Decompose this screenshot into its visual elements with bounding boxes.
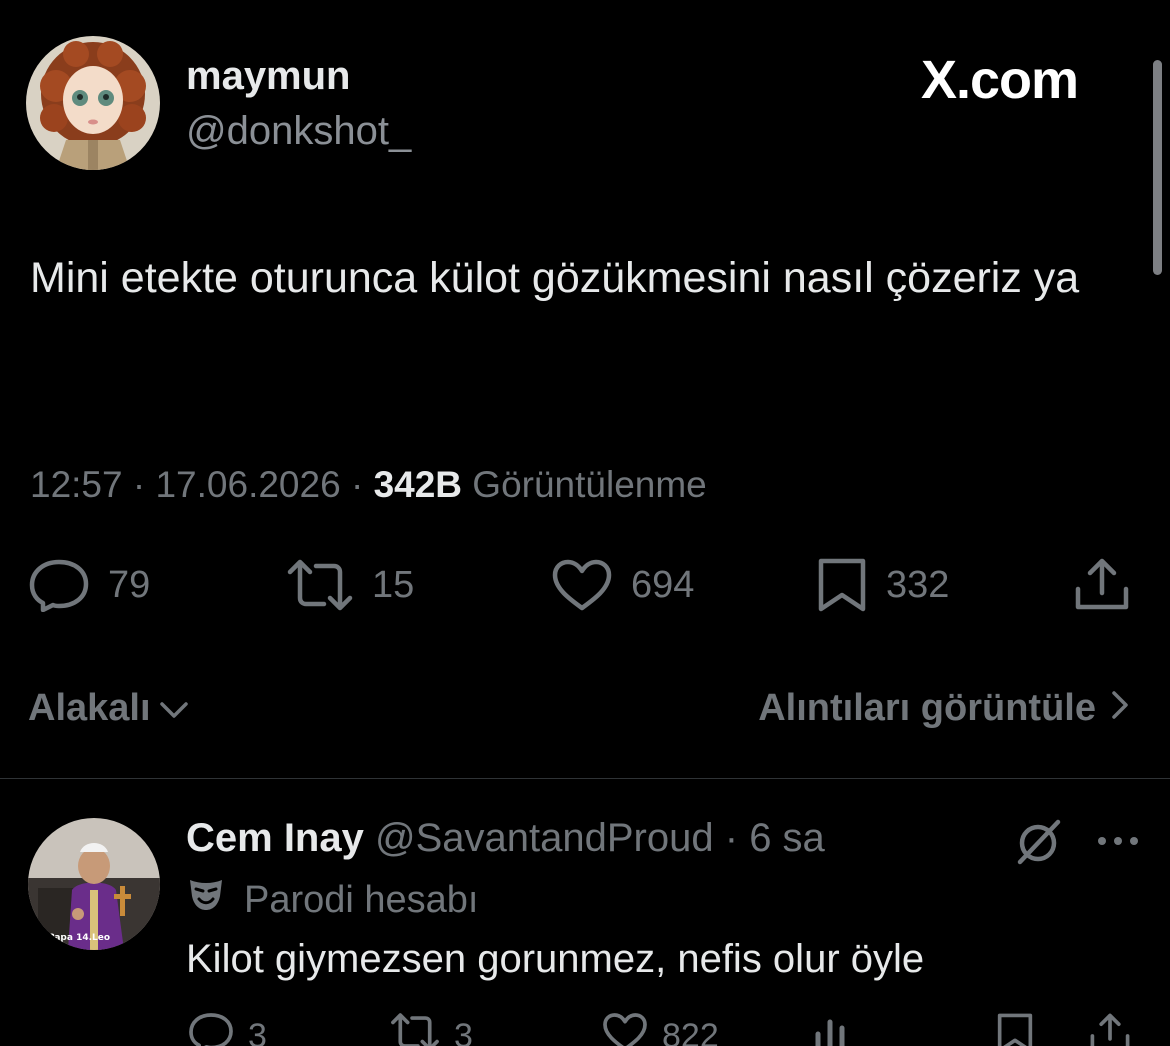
reply-like-button[interactable]: 822 xyxy=(602,1012,719,1046)
reply-reply-count: 3 xyxy=(248,1017,267,1046)
like-icon xyxy=(551,558,613,612)
reply-author-name[interactable]: Cem Inay xyxy=(186,816,364,860)
repost-icon xyxy=(390,1012,440,1046)
sort-dropdown[interactable]: Alakalı xyxy=(28,684,189,732)
like-icon xyxy=(602,1012,648,1046)
reply-icon xyxy=(28,558,90,612)
reply-time[interactable]: 6 sa xyxy=(749,816,825,860)
author-handle[interactable]: @donkshot_ xyxy=(186,107,411,155)
scrollbar[interactable] xyxy=(1153,60,1162,275)
share-icon xyxy=(1072,557,1132,613)
chevron-down-icon xyxy=(159,684,189,732)
reply-bookmark-button[interactable] xyxy=(996,1012,1034,1046)
author-avatar[interactable] xyxy=(26,36,160,170)
tweet-time[interactable]: 12:57 xyxy=(30,464,123,505)
share-button[interactable] xyxy=(1072,555,1132,615)
reply-author-handle[interactable]: @SavantandProud xyxy=(375,816,714,860)
repost-button[interactable]: 15 xyxy=(286,555,414,615)
views-label: Görüntülenme xyxy=(472,464,707,505)
reply-header: Cem Inay @SavantandProud · 6 sa xyxy=(186,813,825,863)
grok-icon[interactable] xyxy=(1012,816,1064,873)
avatar-caption: Papa 14.Leo xyxy=(48,933,110,943)
divider xyxy=(0,778,1170,779)
share-icon xyxy=(1088,1012,1132,1046)
bookmark-count: 332 xyxy=(886,563,950,606)
more-icon[interactable] xyxy=(1096,834,1140,852)
view-quotes-link[interactable]: Alıntıları görüntüle xyxy=(758,684,1130,732)
reply-share-button[interactable] xyxy=(1088,1012,1132,1046)
like-button[interactable]: 694 xyxy=(551,555,694,615)
parody-badge: Parodi hesabı xyxy=(186,875,479,925)
x-brand-logo: X.com xyxy=(921,50,1079,110)
sort-label: Alakalı xyxy=(28,687,151,729)
parody-label: Parodi hesabı xyxy=(244,879,479,921)
meta-separator: · xyxy=(132,464,146,505)
like-count: 694 xyxy=(631,563,695,606)
view-quotes-label: Alıntıları görüntüle xyxy=(758,687,1096,729)
reply-like-count: 822 xyxy=(662,1017,719,1046)
reply-icon xyxy=(188,1012,234,1046)
views-count: 342B xyxy=(373,464,463,505)
parody-mask-icon xyxy=(186,875,226,925)
reply-separator: · xyxy=(724,816,739,860)
tweet-text: Mini etekte oturunca külot gözükmesini n… xyxy=(30,254,1080,302)
chevron-right-icon xyxy=(1110,684,1130,732)
reply-reply-button[interactable]: 3 xyxy=(188,1012,267,1046)
reply-count: 79 xyxy=(108,563,151,606)
repost-count: 15 xyxy=(372,563,415,606)
bookmark-icon xyxy=(996,1012,1034,1046)
reply-views-button[interactable] xyxy=(810,1012,856,1046)
views-icon xyxy=(810,1012,856,1046)
bookmark-button[interactable]: 332 xyxy=(816,555,949,615)
tweet-meta: 12:57 · 17.06.2026 · 342B Görüntülenme xyxy=(30,461,707,509)
meta-separator: · xyxy=(350,464,364,505)
bookmark-icon xyxy=(816,557,868,613)
reply-button[interactable]: 79 xyxy=(28,555,150,615)
repost-icon xyxy=(286,558,354,612)
reply-author-avatar[interactable]: Papa 14.Leo xyxy=(28,818,160,950)
tweet-detail-page: maymun @donkshot_ X.com Mini etekte otur… xyxy=(0,0,1170,1046)
reply-text: Kilot giymezsen gorunmez, nefis olur öyl… xyxy=(186,937,925,981)
reply-repost-count: 3 xyxy=(454,1017,473,1046)
reply-repost-button[interactable]: 3 xyxy=(390,1012,473,1046)
tweet-date[interactable]: 17.06.2026 xyxy=(155,464,340,505)
author-display-name[interactable]: maymun xyxy=(186,52,351,100)
